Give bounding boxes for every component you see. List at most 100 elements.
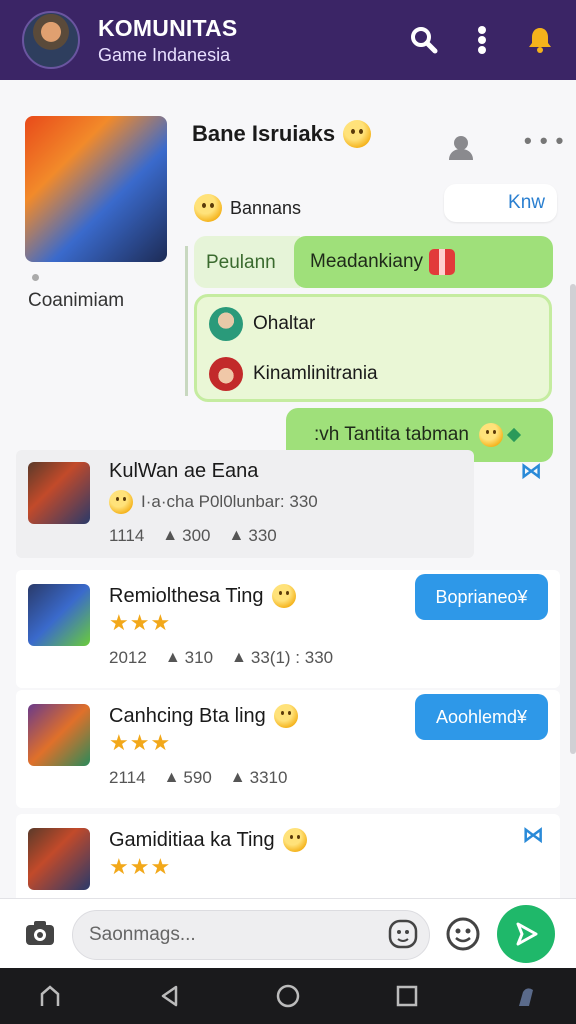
stat-count: 2114 bbox=[109, 768, 146, 788]
send-button[interactable] bbox=[497, 905, 555, 963]
thread-line bbox=[185, 246, 188, 396]
reaction-chip-pale[interactable]: Peulann bbox=[194, 236, 300, 288]
search-icon bbox=[411, 27, 438, 54]
more-options-button[interactable] bbox=[460, 18, 504, 62]
stat-comments: ▲ 3310 bbox=[230, 768, 288, 788]
list-item[interactable]: Remiolthesa Ting ★★★ 2012 ▲ 310 ▲ 33(1) : … bbox=[16, 570, 560, 688]
stat-value: 2114 bbox=[109, 768, 146, 787]
comment-icon: ▲ bbox=[229, 769, 246, 786]
app-titles: KOMUNITAS Game Indanesia bbox=[98, 15, 388, 66]
game-avatar-icon[interactable] bbox=[22, 11, 80, 69]
online-dot bbox=[32, 274, 39, 281]
camera-icon bbox=[26, 921, 54, 945]
post-sub-label: Bannans bbox=[230, 197, 302, 218]
smile-emoji-icon bbox=[194, 194, 222, 222]
list-item[interactable]: KulWan ae Eana I·a·cha P0l0lunbar: 330 1… bbox=[16, 450, 474, 558]
stat-likes: ▲ 310 bbox=[165, 648, 213, 668]
stat-comments: ▲ 33(1) : 330 bbox=[231, 648, 333, 668]
profile-button[interactable] bbox=[448, 134, 474, 165]
wink-emoji-icon bbox=[478, 423, 503, 447]
nav-home-circle-button[interactable] bbox=[274, 982, 302, 1010]
card-stats: 1114 ▲ 300 ▲ 330 bbox=[109, 526, 295, 546]
comment-icon: ▲ bbox=[228, 527, 245, 544]
card-meta-text: I·a·cha P0l0lunbar: 330 bbox=[141, 492, 318, 511]
gift-icon bbox=[429, 249, 456, 275]
card-action-button[interactable]: Boprianeo¥ bbox=[415, 574, 548, 620]
outgoing-text: :vh Tantita tabman bbox=[314, 424, 469, 445]
rating-stars: ★★★ bbox=[109, 730, 172, 755]
post-more-icon[interactable]: • • • bbox=[524, 130, 564, 152]
recents-square-icon bbox=[396, 985, 418, 1007]
app-header: KOMUNITAS Game Indanesia bbox=[0, 0, 576, 80]
stat-value: 33(1) : 330 bbox=[250, 648, 334, 667]
reply-name: Ohaltar bbox=[253, 313, 316, 334]
stat-value: 310 bbox=[184, 648, 214, 667]
stat-likes: ▲ 590 bbox=[164, 768, 212, 788]
nav-home-button[interactable] bbox=[36, 982, 64, 1010]
stat-likes: ▲ 300 bbox=[162, 526, 210, 546]
app-subtitle: Game Indanesia bbox=[98, 44, 231, 65]
post-title: Bane Isruiaks bbox=[192, 121, 336, 146]
stat-comments: ▲ 330 bbox=[229, 526, 277, 546]
game-thumbnail bbox=[28, 828, 90, 890]
smiley-icon bbox=[446, 917, 480, 951]
card-title-row: Gamiditiaa ka Ting bbox=[109, 828, 307, 852]
stat-value: 2012 bbox=[109, 648, 147, 667]
comment-icon: ▲ bbox=[231, 649, 247, 666]
send-icon bbox=[516, 922, 538, 946]
post-artwork-image[interactable] bbox=[25, 116, 167, 262]
home-circle-icon bbox=[276, 984, 300, 1008]
camera-button[interactable] bbox=[24, 919, 56, 952]
nav-back-button[interactable] bbox=[156, 982, 184, 1010]
thumb-icon: ▲ bbox=[163, 769, 180, 786]
stat-count: 1114 bbox=[109, 526, 144, 546]
emoji-button[interactable] bbox=[446, 917, 480, 956]
card-title: KulWan ae Eana bbox=[109, 460, 259, 482]
app-title: KOMUNITAS bbox=[98, 14, 238, 41]
user-icon bbox=[449, 136, 473, 160]
stat-value: 3310 bbox=[249, 768, 288, 787]
chip-main-label: Meadankiany bbox=[310, 251, 424, 272]
stat-value: 1114 bbox=[109, 526, 145, 545]
game-thumbnail bbox=[28, 704, 90, 766]
notifications-button[interactable] bbox=[518, 18, 562, 62]
reply-item[interactable]: Kinamlinitrania bbox=[209, 357, 378, 391]
message-input[interactable] bbox=[72, 910, 430, 960]
reply-list: Ohaltar Kinamlinitrania bbox=[194, 294, 552, 402]
emoji-icon bbox=[273, 704, 298, 728]
post-author[interactable]: Coanimiam bbox=[28, 290, 124, 312]
bookmark-icon[interactable]: ⋈ bbox=[520, 458, 560, 484]
game-thumbnail bbox=[28, 584, 90, 646]
nav-assistant-button[interactable] bbox=[512, 982, 540, 1010]
gem-icon bbox=[506, 427, 521, 443]
thumb-icon: ▲ bbox=[164, 649, 181, 666]
know-button[interactable]: Knw bbox=[444, 184, 557, 222]
bookmark-icon[interactable]: ⋈ bbox=[522, 822, 544, 848]
sticker-icon bbox=[388, 919, 418, 949]
reply-name: Kinamlinitrania bbox=[253, 363, 378, 384]
list-item[interactable]: Gamiditiaa ka Ting ★★★ ⋈ bbox=[16, 814, 560, 898]
sticker-button[interactable] bbox=[388, 919, 418, 954]
game-thumbnail bbox=[28, 462, 90, 524]
system-nav-bar bbox=[0, 968, 576, 1024]
emoji-icon bbox=[271, 584, 296, 608]
card-meta: I·a·cha P0l0lunbar: 330 bbox=[109, 490, 318, 514]
stat-value: 330 bbox=[248, 526, 277, 545]
card-title: Canhcing Bta ling bbox=[109, 704, 266, 727]
nav-recents-button[interactable] bbox=[393, 982, 421, 1010]
wink-emoji-icon bbox=[343, 120, 372, 148]
card-title-row: Canhcing Bta ling bbox=[109, 704, 298, 728]
card-title-row: Remiolthesa Ting bbox=[109, 584, 296, 608]
community-feed[interactable]: Coanimiam Bane Isruiaks • • • Bannans Kn… bbox=[0, 80, 576, 898]
smile-emoji-icon bbox=[109, 490, 133, 514]
kebab-menu-icon bbox=[478, 26, 486, 54]
list-item[interactable]: Canhcing Bta ling ★★★ 2114 ▲ 590 ▲ 3310 Ao… bbox=[16, 690, 560, 808]
search-button[interactable] bbox=[402, 18, 446, 62]
reaction-chip-main[interactable]: Meadankiany bbox=[294, 236, 553, 288]
card-action-button[interactable]: Aoohlemd¥ bbox=[415, 694, 548, 740]
scrollbar[interactable] bbox=[570, 284, 576, 754]
back-triangle-icon bbox=[161, 985, 178, 1007]
card-stats: 2012 ▲ 310 ▲ 33(1) : 330 bbox=[109, 648, 351, 668]
rating-stars: ★★★ bbox=[109, 854, 172, 879]
reply-item[interactable]: Ohaltar bbox=[209, 307, 315, 341]
